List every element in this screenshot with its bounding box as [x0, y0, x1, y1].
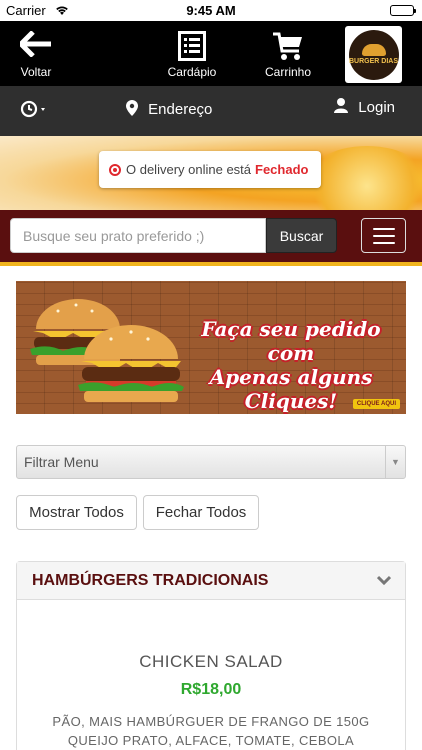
filter-selected-value: Filtrar Menu	[24, 454, 99, 470]
search-bar: Buscar	[0, 210, 422, 266]
menu-item-name[interactable]: CHICKEN SALAD	[17, 652, 405, 672]
description-line: PÃO, MAIS HAMBÚRGUER DE FRANGO DE 150G	[52, 714, 370, 729]
burger-image	[78, 325, 184, 402]
filter-menu-select[interactable]: Filtrar Menu ▼	[16, 445, 406, 479]
secondary-navigation: Endereço Login	[0, 86, 422, 136]
hamburger-menu-icon[interactable]	[361, 218, 406, 253]
category-title: HAMBÚRGERS TRADICIONAIS	[32, 572, 269, 589]
back-button[interactable]: Voltar	[8, 21, 64, 86]
menu-category: HAMBÚRGERS TRADICIONAIS CHICKEN SALAD R$…	[16, 561, 406, 750]
logo-text: BURGER DIAS	[348, 57, 398, 65]
login-label: Login	[358, 99, 395, 116]
search-input[interactable]	[10, 218, 266, 253]
menu-label: Cardápio	[167, 65, 217, 79]
burger-logo-icon	[361, 43, 386, 56]
menu-item-price: R$18,00	[180, 681, 242, 698]
battery-icon	[390, 5, 416, 16]
delivery-status-state: Fechado	[255, 162, 309, 177]
delivery-status-badge: O delivery online está Fechado	[99, 151, 321, 188]
cart-icon	[258, 21, 318, 61]
status-bar: Carrier 9:45 AM	[0, 0, 422, 21]
search-button[interactable]: Buscar	[266, 218, 337, 253]
login-link[interactable]: Login	[334, 98, 395, 116]
back-label: Voltar	[20, 65, 52, 79]
menu-button[interactable]: Cardápio	[160, 21, 224, 86]
location-pin-icon	[126, 100, 138, 116]
hero-banner: O delivery online está Fechado	[0, 136, 422, 210]
top-navigation: Voltar Cardápio Carrinho BURGER DIAS	[0, 21, 422, 86]
user-icon	[334, 98, 349, 113]
logo-badge: BURGER DIAS	[348, 29, 399, 80]
address-link[interactable]: Endereço	[126, 100, 212, 118]
cart-button[interactable]: Carrinho	[258, 21, 318, 86]
clock-icon	[20, 100, 45, 118]
restaurant-logo[interactable]: BURGER DIAS	[345, 26, 402, 83]
clock-time: 9:45 AM	[186, 3, 236, 18]
dropdown-arrow-icon: ▼	[385, 446, 405, 478]
address-label: Endereço	[148, 101, 213, 118]
description-line: QUEIJO PRATO, ALFACE, TOMATE, CEBOLA	[67, 733, 355, 748]
promo-line-1: Faça seu pedido com	[201, 317, 381, 365]
cart-label: Carrinho	[264, 65, 312, 79]
close-all-button[interactable]: Fechar Todos	[143, 495, 259, 530]
menu-list-icon	[160, 21, 224, 61]
category-header[interactable]: HAMBÚRGERS TRADICIONAIS	[17, 562, 405, 600]
status-dot-icon	[109, 163, 121, 176]
menu-item-description: PÃO, MAIS HAMBÚRGUER DE FRANGO DE 150G Q…	[27, 712, 395, 750]
schedule-dropdown[interactable]	[20, 100, 50, 122]
show-all-button[interactable]: Mostrar Todos	[16, 495, 137, 530]
promo-banner[interactable]: Faça seu pedido com Apenas alguns Clique…	[16, 281, 406, 414]
delivery-status-text: O delivery online está	[126, 162, 252, 177]
back-arrow-icon	[8, 21, 64, 61]
banner-cta[interactable]: CLIQUE AQUI	[352, 399, 400, 409]
chevron-down-icon	[376, 572, 392, 590]
